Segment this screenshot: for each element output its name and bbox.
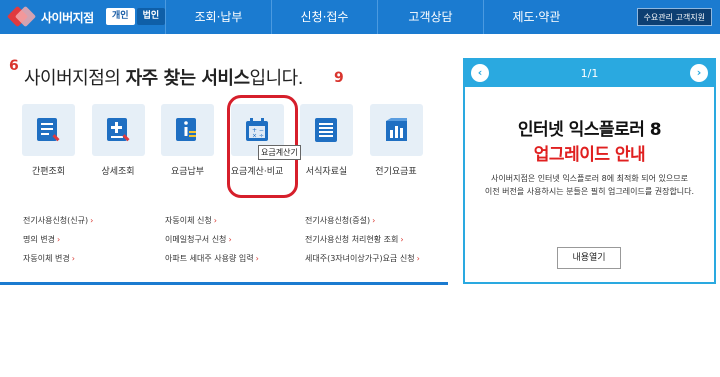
arrow-right-icon: › xyxy=(213,216,217,225)
service-label: 서식자료실 xyxy=(305,167,348,177)
tooltip: 요금계산기 xyxy=(258,145,301,160)
menu-item-policy-terms[interactable]: 제도·약관 xyxy=(483,0,589,34)
service-label: 전기요금표 xyxy=(375,167,417,177)
brand-title: 사이버지점 xyxy=(41,10,94,25)
link-text: 명의 변경 xyxy=(23,235,55,244)
arrow-right-icon: › xyxy=(372,216,376,225)
service-payment[interactable]: 요금납부 xyxy=(161,104,214,177)
headline-bold: 자주 찾는 서비스 xyxy=(125,68,250,89)
arrow-right-icon: › xyxy=(71,254,75,263)
top-navigation-bar: 사이버지점 개인 법인 조회·납부 신청·접수 고객상담 제도·약관 수요관리 … xyxy=(0,0,720,34)
panel-page-indicator: 1/1 xyxy=(580,67,599,80)
annotation-mark-left: 6 xyxy=(9,58,19,74)
quick-link[interactable]: 세대주(3자녀이상가구)요금 신청 › xyxy=(305,249,420,268)
menu-item-application[interactable]: 신청·접수 xyxy=(271,0,377,34)
main-menu: 조회·납부 신청·접수 고객상담 제도·약관 xyxy=(165,0,589,34)
detail-search-icon xyxy=(91,104,145,156)
panel-header: ‹ 1/1 › xyxy=(465,60,714,87)
link-text: 자동이체 신청 xyxy=(165,216,212,225)
section-divider xyxy=(0,282,448,285)
notice-description: 사이버지점은 인터넷 익스플로러 8에 최적화 되어 있으므로 이전 버전을 사… xyxy=(475,172,704,198)
notice-title: 인터넷 익스플로러 8 xyxy=(517,120,662,140)
payment-info-icon xyxy=(161,104,214,156)
arrow-right-icon: › xyxy=(255,254,259,263)
quick-link[interactable]: 자동이체 신청 › xyxy=(165,211,259,230)
chevron-right-icon[interactable]: › xyxy=(690,64,708,82)
demand-management-button[interactable]: 수요관리 고객지원 xyxy=(636,8,712,26)
quick-link[interactable]: 명의 변경 › xyxy=(23,230,93,249)
customer-type-toggle: 개인 법인 xyxy=(106,8,166,25)
quick-link[interactable]: 전기사용신청(신규) › xyxy=(23,211,93,230)
quick-link[interactable]: 전기사용신청(증설) › xyxy=(305,211,420,230)
arrow-right-icon: › xyxy=(228,235,232,244)
link-text: 세대주(3자녀이상가구)요금 신청 xyxy=(305,254,415,263)
service-rate-table[interactable]: 전기요금표 xyxy=(369,104,423,177)
annotation-mark-right: 9 xyxy=(334,70,344,86)
link-text: 전기사용신청 처리현황 조회 xyxy=(305,235,399,244)
forms-icon xyxy=(300,104,353,156)
headline-part-1: 사이버지점의 xyxy=(24,68,126,89)
arrow-right-icon: › xyxy=(56,235,61,244)
link-text: 자동이체 변경 xyxy=(23,254,70,263)
toggle-corporate[interactable]: 법인 xyxy=(136,8,166,25)
notice-desc-line-1: 사이버지점은 인터넷 익스플로러 8에 최적화 되어 있으므로 xyxy=(491,174,688,183)
list-search-icon xyxy=(22,104,75,156)
open-content-button[interactable]: 내용열기 xyxy=(557,247,621,269)
menu-item-inquiry-payment[interactable]: 조회·납부 xyxy=(165,0,271,34)
link-text: 전기사용신청(증설) xyxy=(305,216,371,225)
arrow-right-icon: › xyxy=(400,235,404,244)
rate-chart-icon xyxy=(369,104,423,156)
notice-desc-line-2: 이전 버전을 사용하시는 분들은 필히 업그레이드를 권장합니다. xyxy=(484,187,695,196)
section-headline: 사이버지점의 자주 찾는 서비스입니다. xyxy=(24,64,303,90)
headline-part-2: 입니다. xyxy=(249,68,304,89)
main-content: 6 9 사이버지점의 자주 찾는 서비스입니다. 간편조회 상세조회 요금납부 … xyxy=(0,34,448,284)
service-simple-inquiry[interactable]: 간편조회 xyxy=(22,104,75,177)
quick-link[interactable]: 전기사용신청 처리현황 조회 › xyxy=(305,230,420,249)
link-text: 아파트 세대주 사용량 입력 xyxy=(165,254,254,263)
notice-subtitle: 업그레이드 안내 xyxy=(533,145,646,165)
arrow-right-icon: › xyxy=(416,254,420,263)
brand[interactable]: 사이버지점 xyxy=(6,5,94,29)
toggle-personal[interactable]: 개인 xyxy=(106,8,135,25)
service-forms-library[interactable]: 서식자료실 xyxy=(300,104,353,177)
service-label: 상세조회 xyxy=(101,167,135,177)
notice-panel: ‹ 1/1 › 인터넷 익스플로러 8 업그레이드 안내 사이버지점은 인터넷 … xyxy=(463,58,716,284)
service-label: 요금납부 xyxy=(170,167,205,177)
arrow-right-icon: › xyxy=(90,216,94,225)
service-label: 간편조회 xyxy=(31,167,66,177)
quick-link[interactable]: 아파트 세대주 사용량 입력 › xyxy=(165,249,259,268)
link-text: 전기사용신청(신규) xyxy=(23,216,89,225)
quick-links-column-1: 전기사용신청(신규) › 명의 변경 › 자동이체 변경 › xyxy=(23,211,93,268)
quick-links-column-3: 전기사용신청(증설) › 전기사용신청 처리현황 조회 › 세대주(3자녀이상가구)… xyxy=(305,211,420,268)
quick-link[interactable]: 이메일청구서 신청 › xyxy=(165,230,259,249)
quick-links-column-2: 자동이체 신청 › 이메일청구서 신청 › 아파트 세대주 사용량 입력 › xyxy=(165,211,259,268)
quick-link[interactable]: 자동이체 변경 › xyxy=(23,249,93,268)
service-detail-inquiry[interactable]: 상세조회 xyxy=(91,104,145,177)
kepco-logo-icon xyxy=(6,5,37,28)
menu-item-customer-consult[interactable]: 고객상담 xyxy=(377,0,483,34)
link-text: 이메일청구서 신청 xyxy=(165,235,227,244)
